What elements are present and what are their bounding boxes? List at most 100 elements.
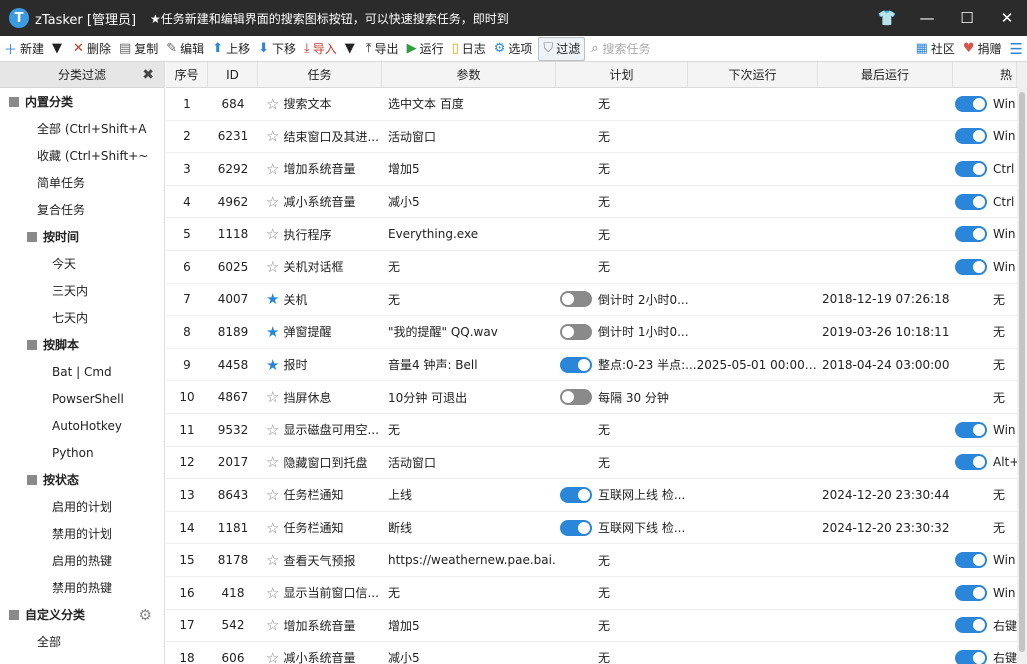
star-icon[interactable]: ☆ [266,421,279,439]
hotkey-toggle[interactable] [955,95,987,112]
toolbar-button-5[interactable]: ⬆ 上移 [208,37,254,61]
search-input[interactable] [602,41,743,56]
sidebar-item[interactable]: PowserShell [0,385,164,412]
maximize-icon[interactable]: ☐ [947,0,987,36]
group-by-time[interactable]: 按时间 [0,223,164,250]
sidebar-item[interactable]: 禁用的热键 [0,574,164,601]
community-button[interactable]: ▦ 社区 [912,37,959,61]
table-row[interactable]: 6 6025 ☆ 关机对话框 无 无 Win [166,251,1017,284]
sidebar-item[interactable]: Bat | Cmd [0,358,164,385]
toolbar-button-3[interactable]: ▤ 复制 [115,37,162,61]
tip-banner[interactable]: ★任务新建和编辑界面的搜索图标按钮，可以快速搜索任务，即时到 [150,10,509,27]
table-row[interactable]: 7 4007 ★ 关机 无 倒计时 2小时0... 2018-12-19 07:26:18 无 [166,284,1017,317]
sidebar-item[interactable]: 禁用的计划 [0,520,164,547]
star-icon[interactable]: ☆ [266,160,279,178]
col-header-next-run[interactable]: 下次运行 [688,62,818,87]
search-box[interactable]: ⌕ [591,38,761,60]
sidebar-item[interactable]: AutoHotkey [0,412,164,439]
col-header-task[interactable]: 任务 [258,62,382,87]
table-row[interactable]: 12 2017 ☆ 隐藏窗口到托盘 活动窗口 无 Alt+ [166,447,1017,480]
hotkey-toggle[interactable] [955,226,987,243]
toolbar-button-11[interactable]: ▯ 日志 [448,37,490,61]
hotkey-toggle[interactable] [955,617,987,634]
star-icon[interactable]: ☆ [266,584,279,602]
donate-button[interactable]: ♥ 捐赠 [959,37,1006,61]
table-row[interactable]: 10 4867 ☆ 挡屏休息 10分钟 可退出 每隔 30 分钟 无 [166,381,1017,414]
group-by-script[interactable]: 按脚本 [0,331,164,358]
toolbar-button-1[interactable]: ▼ [48,37,69,61]
col-header-no[interactable]: 序号 [166,62,208,87]
sidebar-item[interactable]: 启用的计划 [0,493,164,520]
star-icon[interactable]: ☆ [266,258,279,276]
toolbar-button-12[interactable]: ⚙ 选项 [490,37,537,61]
sidebar-item[interactable]: Python [0,439,164,466]
star-icon[interactable]: ☆ [266,225,279,243]
hotkey-toggle[interactable] [955,193,987,210]
table-row[interactable]: 3 6292 ☆ 增加系统音量 增加5 无 Ctrl [166,153,1017,186]
group-builtin[interactable]: 内置分类 [0,88,164,115]
star-icon[interactable]: ☆ [266,127,279,145]
col-header-last-run[interactable]: 最后运行 [818,62,953,87]
table-row[interactable]: 17 542 ☆ 增加系统音量 增加5 无 右键 [166,610,1017,643]
toolbar-button-10[interactable]: ▶ 运行 [403,37,448,61]
star-icon[interactable]: ☆ [266,388,279,406]
plan-toggle[interactable] [560,486,592,503]
table-row[interactable]: 18 606 ☆ 减小系统音量 减小5 无 右键 [166,642,1017,664]
sidebar-item[interactable]: 简单任务 [0,169,164,196]
hotkey-toggle[interactable] [955,160,987,177]
toolbar-button-0[interactable]: ＋新建 [0,37,48,61]
table-row[interactable]: 13 8643 ☆ 任务栏通知 上线 互联网上线 检... 2024-12-20 23:30… [166,479,1017,512]
skin-icon[interactable]: 👕 [867,0,907,36]
sidebar-item[interactable]: 今天 [0,250,164,277]
table-row[interactable]: 11 9532 ☆ 显示磁盘可用空... 无 无 Win [166,414,1017,447]
sidebar-item[interactable]: 全部 [0,628,164,655]
hotkey-toggle[interactable] [955,454,987,471]
table-row[interactable]: 16 418 ☆ 显示当前窗口信... 无 无 Win [166,577,1017,610]
filter-button[interactable]: ⛉ 过滤 [538,36,586,61]
table-row[interactable]: 1 684 ☆ 搜索文本 选中文本 百度 无 Win [166,88,1017,121]
star-icon[interactable]: ☆ [266,193,279,211]
gear-icon[interactable]: ⚙ [139,606,152,624]
table-row[interactable]: 5 1118 ☆ 执行程序 Everything.exe 无 Win [166,218,1017,251]
scrollbar-thumb[interactable] [1019,92,1025,652]
table-row[interactable]: 8 8189 ★ 弹窗提醒 "我的提醒" QQ.wav 倒计时 1小时0... 2019-0… [166,316,1017,349]
star-icon[interactable]: ☆ [266,649,279,664]
star-icon[interactable]: ☆ [266,486,279,504]
star-icon[interactable]: ☆ [266,519,279,537]
col-header-plan[interactable]: 计划 [556,62,688,87]
table-row[interactable]: 2 6231 ☆ 结束窗口及其进... 活动窗口 无 Win [166,121,1017,154]
star-icon[interactable]: ★ [266,323,279,341]
sidebar-item[interactable]: 全部 (Ctrl+Shift+A [0,115,164,142]
hotkey-toggle[interactable] [955,552,987,569]
plan-toggle[interactable] [560,519,592,536]
group-custom[interactable]: 自定义分类 ⚙ [0,601,164,628]
plan-toggle[interactable] [560,356,592,373]
star-icon[interactable]: ☆ [266,551,279,569]
sidebar-item[interactable]: 七天内 [0,304,164,331]
toolbar-button-8[interactable]: ▼ [341,37,362,61]
toolbar-button-6[interactable]: ⬇ 下移 [254,37,300,61]
col-header-id[interactable]: ID [208,62,258,87]
star-icon[interactable]: ★ [266,356,279,374]
plan-toggle[interactable] [560,291,592,308]
toolbar-button-2[interactable]: ✕ 删除 [69,37,115,61]
star-icon[interactable]: ★ [266,290,279,308]
toolbar-button-7[interactable]: ⤓ 导入 [300,37,341,61]
menu-button[interactable]: ☰ [1006,37,1027,61]
hotkey-toggle[interactable] [955,584,987,601]
toolbar-button-9[interactable]: ⤒ 导出 [362,37,403,61]
sidebar-item[interactable]: 三天内 [0,277,164,304]
table-row[interactable]: 4 4962 ☆ 减小系统音量 减小5 无 Ctrl [166,186,1017,219]
hotkey-toggle[interactable] [955,128,987,145]
vertical-scrollbar[interactable] [1017,62,1027,664]
star-icon[interactable]: ☆ [266,616,279,634]
sidebar-item[interactable]: 复合任务 [0,196,164,223]
star-icon[interactable]: ☆ [266,453,279,471]
close-icon[interactable]: ✕ [987,0,1027,36]
toolbar-button-4[interactable]: ✎ 编辑 [162,37,208,61]
sidebar-item[interactable]: 启用的热键 [0,547,164,574]
plan-toggle[interactable] [560,323,592,340]
sidebar-item[interactable]: 收藏 (Ctrl+Shift+~ [0,142,164,169]
table-row[interactable]: 9 4458 ★ 报时 音量4 钟声: Bell 整点:0-23 半点:...2025-0… [166,349,1017,382]
plan-toggle[interactable] [560,389,592,406]
